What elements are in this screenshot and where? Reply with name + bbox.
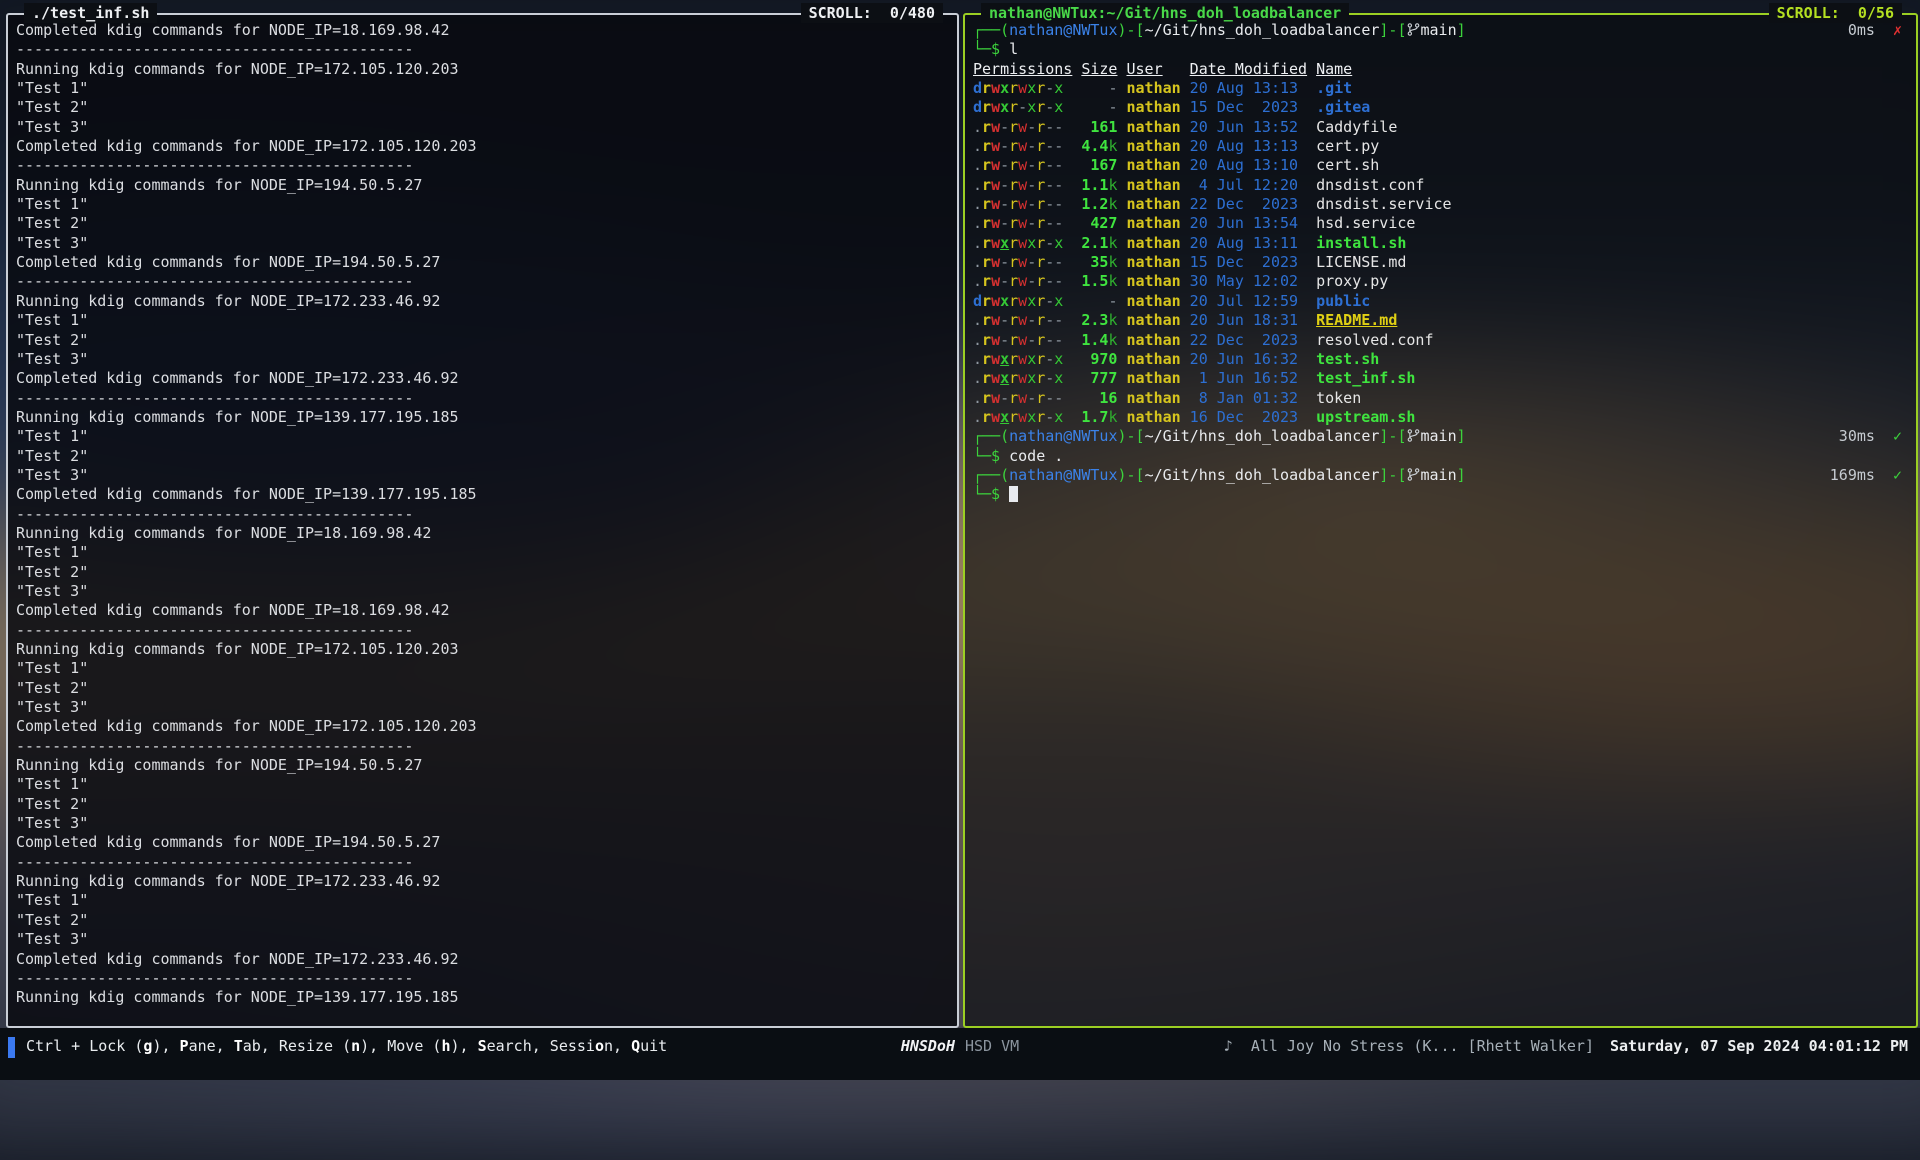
file-row: .rw-rw-r--16nathan 8 Jan 01:32token <box>973 389 1916 408</box>
command-status: 0ms✗ <box>1848 21 1902 40</box>
terminal-line: Completed kdig commands for NODE_IP=194.… <box>16 253 957 272</box>
mode-indicator <box>8 1037 15 1058</box>
git-branch-icon <box>1407 428 1420 448</box>
keybinding-hints: Ctrl + Lock (g), Pane, Tab, Resize (n), … <box>26 1037 667 1055</box>
terminal-line: ----------------------------------------… <box>16 621 957 640</box>
terminal-line: "Test 3" <box>16 698 957 717</box>
terminal-line: "Test 2" <box>16 98 957 117</box>
prompt-line: ┌──(nathan@NWTux)-[~/Git/hns_doh_loadbal… <box>973 21 1916 40</box>
git-branch-icon <box>1407 467 1420 487</box>
command-status: 30ms✓ <box>1839 427 1902 446</box>
terminal-line: ----------------------------------------… <box>16 505 957 524</box>
terminal-line: ----------------------------------------… <box>16 853 957 872</box>
file-row: .rw-rw-r--1.1knathan 4 Jul 12:20dnsdist.… <box>973 176 1916 195</box>
terminal-line: Running kdig commands for NODE_IP=194.50… <box>16 756 957 775</box>
command-status: 169ms✓ <box>1830 466 1902 485</box>
terminal-line: ----------------------------------------… <box>16 156 957 175</box>
terminal-line: ----------------------------------------… <box>16 40 957 59</box>
terminal-line: "Test 1" <box>16 195 957 214</box>
terminal-line: Completed kdig commands for NODE_IP=172.… <box>16 717 957 736</box>
terminal-line: "Test 1" <box>16 311 957 330</box>
terminal-line: Running kdig commands for NODE_IP=139.17… <box>16 408 957 427</box>
clock: Saturday, 07 Sep 2024 04:01:12 PM <box>1610 1037 1908 1055</box>
terminal-line: "Test 2" <box>16 679 957 698</box>
terminal-line: "Test 2" <box>16 331 957 350</box>
tab-bar: HNSDoH HSD VM <box>901 1037 1019 1055</box>
terminal-line: "Test 1" <box>16 543 957 562</box>
terminal-line: Running kdig commands for NODE_IP=194.50… <box>16 176 957 195</box>
file-row: .rw-rw-r--1.4knathan22 Dec 2023resolved.… <box>973 331 1916 350</box>
terminal-line: "Test 2" <box>16 795 957 814</box>
file-row: .rwxrwxr-x970nathan20 Jun 16:32test.sh <box>973 350 1916 369</box>
terminal-line: "Test 2" <box>16 214 957 233</box>
terminal-line: "Test 3" <box>16 350 957 369</box>
terminal-line: "Test 1" <box>16 79 957 98</box>
file-row: .rwxrwxr-x1.7knathan16 Dec 2023upstream.… <box>973 408 1916 427</box>
terminal-line: "Test 1" <box>16 775 957 794</box>
listing-header: PermissionsSizeUserDate ModifiedName <box>973 60 1916 79</box>
file-row: .rw-rw-r--161nathan20 Jun 13:52Caddyfile <box>973 118 1916 137</box>
terminal-line: ----------------------------------------… <box>16 737 957 756</box>
file-row: .rw-rw-r--1.5knathan30 May 12:02proxy.py <box>973 272 1916 291</box>
prompt-line: ┌──(nathan@NWTux)-[~/Git/hns_doh_loadbal… <box>973 466 1916 485</box>
prompt-line: ┌──(nathan@NWTux)-[~/Git/hns_doh_loadbal… <box>973 427 1916 446</box>
terminal-line: "Test 3" <box>16 118 957 137</box>
tab-hsd-vm[interactable]: HSD VM <box>965 1037 1019 1055</box>
file-row: drwxrwxr-x-nathan20 Jul 12:59public <box>973 292 1916 311</box>
terminal-line: Completed kdig commands for NODE_IP=194.… <box>16 833 957 852</box>
terminal-line: Running kdig commands for NODE_IP=139.17… <box>16 988 957 1007</box>
file-row: .rw-rw-r--35knathan15 Dec 2023LICENSE.md <box>973 253 1916 272</box>
terminal-line: Running kdig commands for NODE_IP=172.23… <box>16 872 957 891</box>
file-row: drwxr-xr-x-nathan15 Dec 2023.gitea <box>973 98 1916 117</box>
status-bar: Ctrl + Lock (g), Pane, Tab, Resize (n), … <box>0 1028 1920 1080</box>
statusbar-right: ♪ All Joy No Stress (K... [Rhett Walker]… <box>1224 1037 1908 1055</box>
git-branch-icon <box>1407 22 1420 42</box>
file-row: .rw-rw-r--4.4knathan20 Aug 13:13cert.py <box>973 137 1916 156</box>
right-pane-body: ┌──(nathan@NWTux)-[~/Git/hns_doh_loadbal… <box>965 15 1916 1026</box>
terminal-cursor <box>1009 486 1018 502</box>
terminal-line: ----------------------------------------… <box>16 272 957 291</box>
terminal-line: "Test 2" <box>16 447 957 466</box>
terminal-line: Completed kdig commands for NODE_IP=18.1… <box>16 601 957 620</box>
terminal-line: Completed kdig commands for NODE_IP=139.… <box>16 485 957 504</box>
file-row: drwxrwxr-x-nathan20 Aug 13:13.git <box>973 79 1916 98</box>
terminal-line: Completed kdig commands for NODE_IP=18.1… <box>16 21 957 40</box>
file-row: .rw-rw-r--427nathan20 Jun 13:54hsd.servi… <box>973 214 1916 233</box>
terminal-line: Running kdig commands for NODE_IP=172.23… <box>16 292 957 311</box>
terminal-line: Completed kdig commands for NODE_IP=172.… <box>16 137 957 156</box>
terminal-line: Completed kdig commands for NODE_IP=172.… <box>16 950 957 969</box>
file-row: .rw-rw-r--1.2knathan22 Dec 2023dnsdist.s… <box>973 195 1916 214</box>
terminal-line: "Test 3" <box>16 814 957 833</box>
terminal-line: "Test 3" <box>16 234 957 253</box>
terminal-line: ----------------------------------------… <box>16 969 957 988</box>
terminal-line: Running kdig commands for NODE_IP=172.10… <box>16 60 957 79</box>
terminal-line: "Test 3" <box>16 930 957 949</box>
file-row: .rwxrwxr-x2.1knathan20 Aug 13:11install.… <box>973 234 1916 253</box>
terminal-line: "Test 1" <box>16 891 957 910</box>
terminal-line: "Test 1" <box>16 427 957 446</box>
now-playing-text: All Joy No Stress (K... [Rhett Walker] <box>1251 1037 1594 1055</box>
command-line: └─$ code . <box>973 447 1916 466</box>
command-line: └─$ <box>973 485 1916 504</box>
left-pane-body: Completed kdig commands for NODE_IP=18.1… <box>8 15 957 1026</box>
terminal-line: "Test 3" <box>16 582 957 601</box>
command-line: └─$ l <box>973 40 1916 59</box>
file-row: .rwxrwxr-x777nathan 1 Jun 16:52test_inf.… <box>973 369 1916 388</box>
tab-hnsdoh[interactable]: HNSDoH <box>901 1037 955 1055</box>
terminal-line: ----------------------------------------… <box>16 389 957 408</box>
terminal-line: "Test 2" <box>16 563 957 582</box>
file-row: .rw-rw-r--167nathan20 Aug 13:10cert.sh <box>973 156 1916 175</box>
file-row: .rw-rw-r--2.3knathan20 Jun 18:31README.m… <box>973 311 1916 330</box>
terminal-line: Completed kdig commands for NODE_IP=172.… <box>16 369 957 388</box>
terminal-line: "Test 3" <box>16 466 957 485</box>
music-note-icon: ♪ <box>1224 1037 1233 1055</box>
terminal-line: "Test 2" <box>16 911 957 930</box>
terminal-pane-left[interactable]: ./test_inf.sh SCROLL: 0/480 Completed kd… <box>6 13 959 1028</box>
now-playing: ♪ All Joy No Stress (K... [Rhett Walker] <box>1224 1037 1594 1055</box>
terminal-line: Running kdig commands for NODE_IP=172.10… <box>16 640 957 659</box>
terminal-pane-right[interactable]: nathan@NWTux:~/Git/hns_doh_loadbalancer … <box>963 13 1918 1028</box>
terminal-line: "Test 1" <box>16 659 957 678</box>
terminal-line: Running kdig commands for NODE_IP=18.169… <box>16 524 957 543</box>
